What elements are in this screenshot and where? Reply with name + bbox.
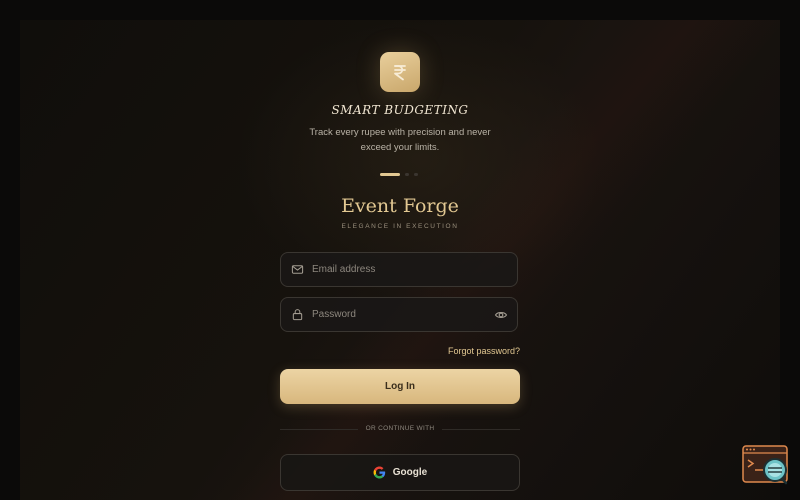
carousel-dot-1[interactable]	[380, 173, 400, 176]
carousel-dot-3[interactable]	[414, 173, 418, 176]
email-field[interactable]	[280, 252, 518, 287]
mail-icon	[290, 263, 304, 277]
email-input[interactable]	[304, 253, 517, 286]
carousel-dots	[380, 173, 440, 177]
google-icon	[373, 466, 386, 479]
google-button-label: Google	[392, 467, 428, 478]
login-page: SMART BUDGETING Track every rupee with p…	[0, 0, 800, 500]
login-content: SMART BUDGETING Track every rupee with p…	[0, 0, 800, 500]
password-field[interactable]	[280, 297, 518, 332]
google-login-button[interactable]: Google	[280, 454, 520, 491]
divider-line-right	[442, 429, 520, 430]
lock-icon	[290, 308, 304, 322]
divider: OR CONTINUE WITH	[280, 424, 520, 434]
rupee-icon	[380, 52, 420, 92]
forgot-password-link[interactable]: Forgot password?	[448, 346, 520, 356]
password-input[interactable]	[304, 298, 493, 331]
carousel-description: Track every rupee with precision and nev…	[309, 127, 491, 153]
login-button[interactable]: Log In	[280, 369, 520, 404]
brand-name: Event Forge	[341, 195, 459, 217]
carousel-dot-2[interactable]	[405, 173, 409, 176]
carousel-title: SMART BUDGETING	[331, 103, 469, 117]
eye-icon[interactable]	[493, 307, 509, 323]
brand-tagline: ELEGANCE IN EXECUTION	[341, 223, 459, 230]
devtools-widget-icon[interactable]	[742, 445, 789, 485]
